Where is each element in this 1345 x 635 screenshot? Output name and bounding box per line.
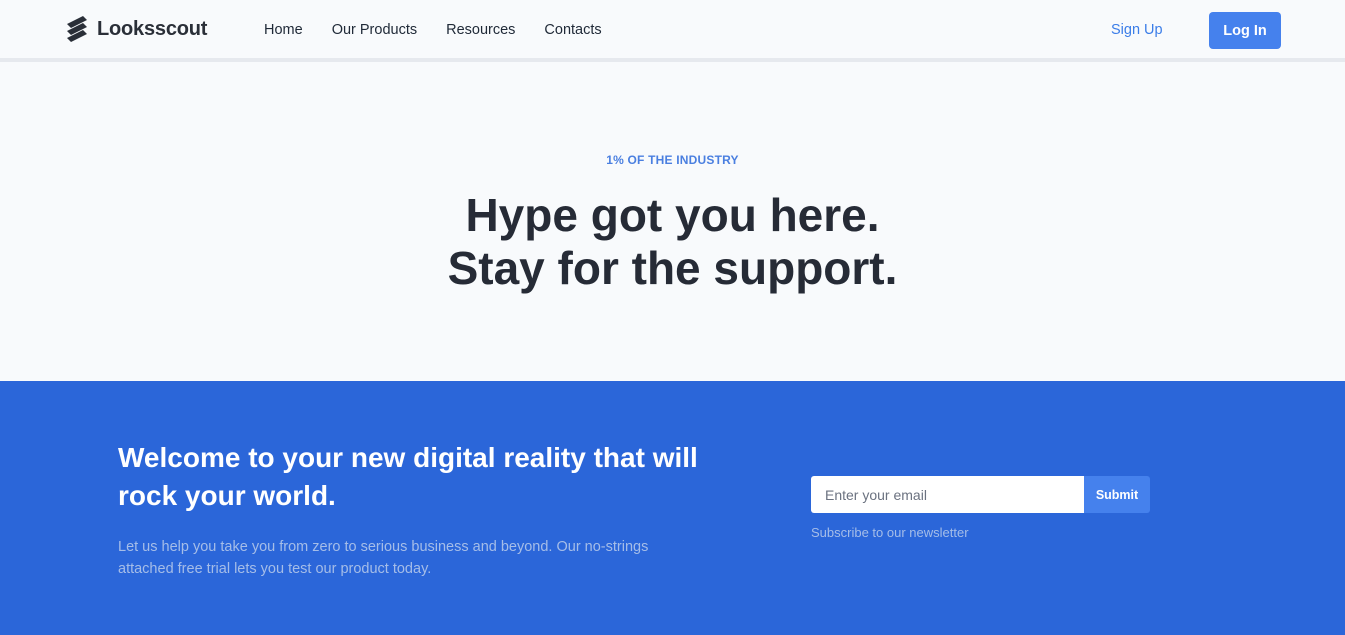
cta-description: Let us help you take you from zero to se… — [118, 539, 649, 577]
newsletter-cta-section: Welcome to your new digital reality that… — [0, 381, 1345, 635]
nav-link-home[interactable]: Home — [264, 22, 303, 38]
primary-nav: Home Our Products Resources Contacts — [264, 22, 631, 38]
nav-link-contacts[interactable]: Contacts — [544, 22, 601, 38]
cta-title: Welcome to your new digital reality that… — [118, 442, 698, 511]
sign-up-link[interactable]: Sign Up — [1111, 22, 1163, 38]
hero-headline-line-1: Hype got you here. — [465, 189, 880, 241]
brand-name: Looksscout — [97, 17, 208, 40]
nav-link-resources[interactable]: Resources — [446, 22, 515, 38]
stacked-bars-logo-icon — [67, 16, 87, 42]
top-navbar: Looksscout Home Our Products Resources C… — [0, 0, 1345, 62]
nav-link-our-products[interactable]: Our Products — [332, 22, 417, 38]
newsletter-form: Submit — [811, 476, 1150, 513]
hero-headline: Hype got you here. Stay for the support. — [0, 189, 1345, 295]
submit-button[interactable]: Submit — [1084, 476, 1150, 513]
brand[interactable]: Looksscout — [65, 16, 207, 42]
hero-section: 1% OF THE INDUSTRY Hype got you here. St… — [0, 66, 1345, 381]
newsletter-hint: Subscribe to our newsletter — [811, 525, 969, 540]
hero-headline-line-2: Stay for the support. — [447, 242, 898, 294]
log-in-button[interactable]: Log In — [1209, 12, 1281, 49]
email-input[interactable] — [811, 476, 1084, 513]
hero-eyebrow: 1% OF THE INDUSTRY — [606, 153, 739, 167]
